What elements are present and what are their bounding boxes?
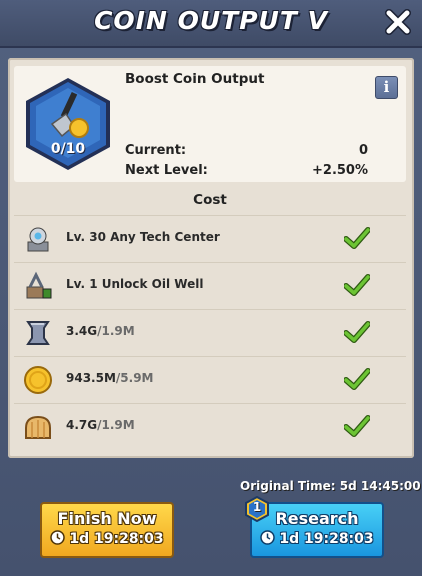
check-icon — [344, 415, 370, 437]
dialog-title: COIN OUTPUT V — [94, 6, 328, 35]
check-icon — [344, 321, 370, 343]
clock-icon — [50, 530, 66, 545]
finish-now-button[interactable]: Finish Now 1d 19:28:03 — [40, 502, 174, 558]
next-level-label: Next Level: — [125, 163, 208, 178]
clock-icon — [260, 530, 276, 545]
finish-now-label: Finish Now — [57, 509, 157, 528]
research-label: Research — [275, 509, 359, 528]
info-button[interactable]: i — [375, 76, 398, 99]
research-queue-count: 1 — [252, 500, 262, 514]
tech-center-icon — [27, 227, 49, 252]
title-bar: COIN OUTPUT V — [0, 0, 422, 48]
oil-well-icon — [26, 271, 52, 299]
cost-row: 4.7G/1.9M — [14, 403, 406, 450]
coin-icon — [24, 366, 52, 394]
cost-text: Lv. 30 Any Tech Center — [66, 230, 220, 244]
level-progress: 0/10 — [50, 141, 86, 157]
cost-heading: Cost — [193, 192, 227, 208]
cost-row: 943.5M/5.9M — [14, 356, 406, 403]
cost-text: 4.7G/1.9M — [66, 418, 135, 432]
bread-icon — [25, 415, 51, 439]
cost-text: 3.4G/1.9M — [66, 324, 135, 338]
close-icon[interactable] — [384, 8, 412, 36]
check-icon — [344, 274, 370, 296]
cost-row: Lv. 1 Unlock Oil Well — [14, 262, 406, 309]
check-icon — [344, 227, 370, 249]
current-value: 0 — [358, 143, 368, 158]
check-icon — [344, 368, 370, 390]
cost-row: Lv. 30 Any Tech Center — [14, 215, 406, 262]
iron-icon — [26, 321, 50, 345]
shovel-coin-icon — [26, 78, 110, 170]
boost-title: Boost Coin Output — [125, 71, 265, 87]
original-time: Original Time: 5d 14:45:00 — [240, 479, 421, 493]
finish-time: 1d 19:28:03 — [50, 530, 164, 547]
cost-text: 943.5M/5.9M — [66, 371, 154, 385]
cost-text: Lv. 1 Unlock Oil Well — [66, 277, 204, 291]
research-button[interactable]: Research 1d 19:28:03 — [250, 502, 384, 558]
cost-row: 3.4G/1.9M — [14, 309, 406, 356]
next-level-value: +2.50% — [312, 163, 368, 178]
current-label: Current: — [125, 143, 187, 158]
research-time: 1d 19:28:03 — [260, 530, 374, 547]
